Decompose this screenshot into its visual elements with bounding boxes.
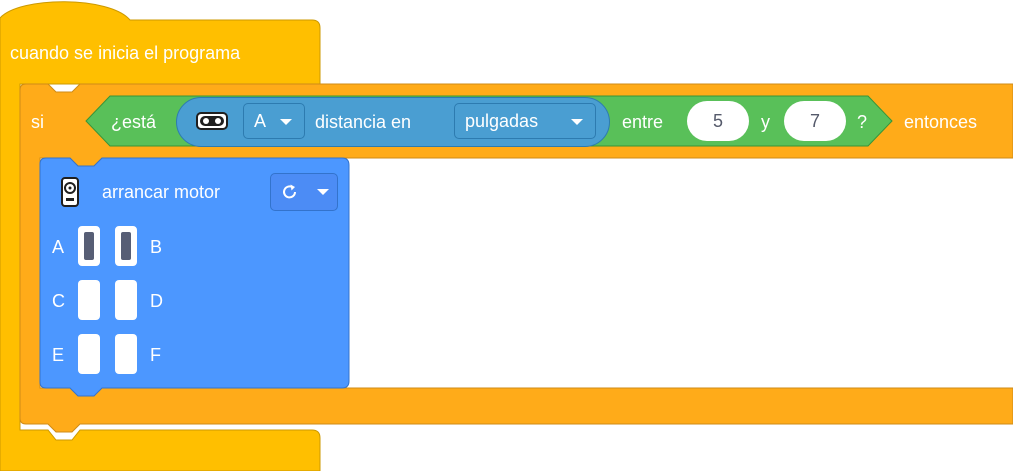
hat-block-label: cuando se inicia el programa (10, 43, 241, 63)
port-label-d: D (150, 291, 163, 311)
question-mark: ? (857, 112, 868, 132)
chevron-down-icon (317, 189, 329, 195)
unit-value: pulgadas (465, 111, 539, 131)
sensor-port-value: A (254, 111, 267, 131)
then-label: entonces (904, 112, 978, 132)
distance-sensor-icon (196, 111, 228, 136)
if-label: si (31, 112, 44, 132)
port-e-toggle[interactable] (78, 334, 100, 374)
motor-icon (60, 177, 80, 212)
clockwise-arrow-icon (281, 183, 299, 206)
max-value-input[interactable]: 7 (784, 101, 846, 141)
chevron-down-icon (280, 119, 292, 125)
port-f-toggle[interactable] (115, 334, 137, 374)
port-label-f: F (150, 345, 161, 365)
and-label: y (761, 112, 770, 132)
sensor-port-dropdown[interactable]: A (243, 103, 305, 139)
port-label-e: E (52, 345, 65, 365)
start-motor-label: arrancar motor (102, 182, 221, 202)
unit-dropdown[interactable]: pulgadas (454, 103, 596, 139)
is-label: ¿está (111, 112, 157, 132)
port-d-toggle[interactable] (115, 280, 137, 320)
port-a-toggle[interactable] (78, 226, 100, 266)
port-c-toggle[interactable] (78, 280, 100, 320)
port-b-toggle[interactable] (115, 226, 137, 266)
motor-direction-dropdown[interactable] (270, 173, 338, 211)
chevron-down-icon (571, 119, 583, 125)
port-label-c: C (52, 291, 65, 311)
distance-in-label: distancia en (315, 112, 412, 132)
between-label: entre (622, 112, 664, 132)
port-label-b: B (150, 237, 163, 257)
port-label-a: A (52, 237, 65, 257)
min-value-input[interactable]: 5 (687, 101, 749, 141)
